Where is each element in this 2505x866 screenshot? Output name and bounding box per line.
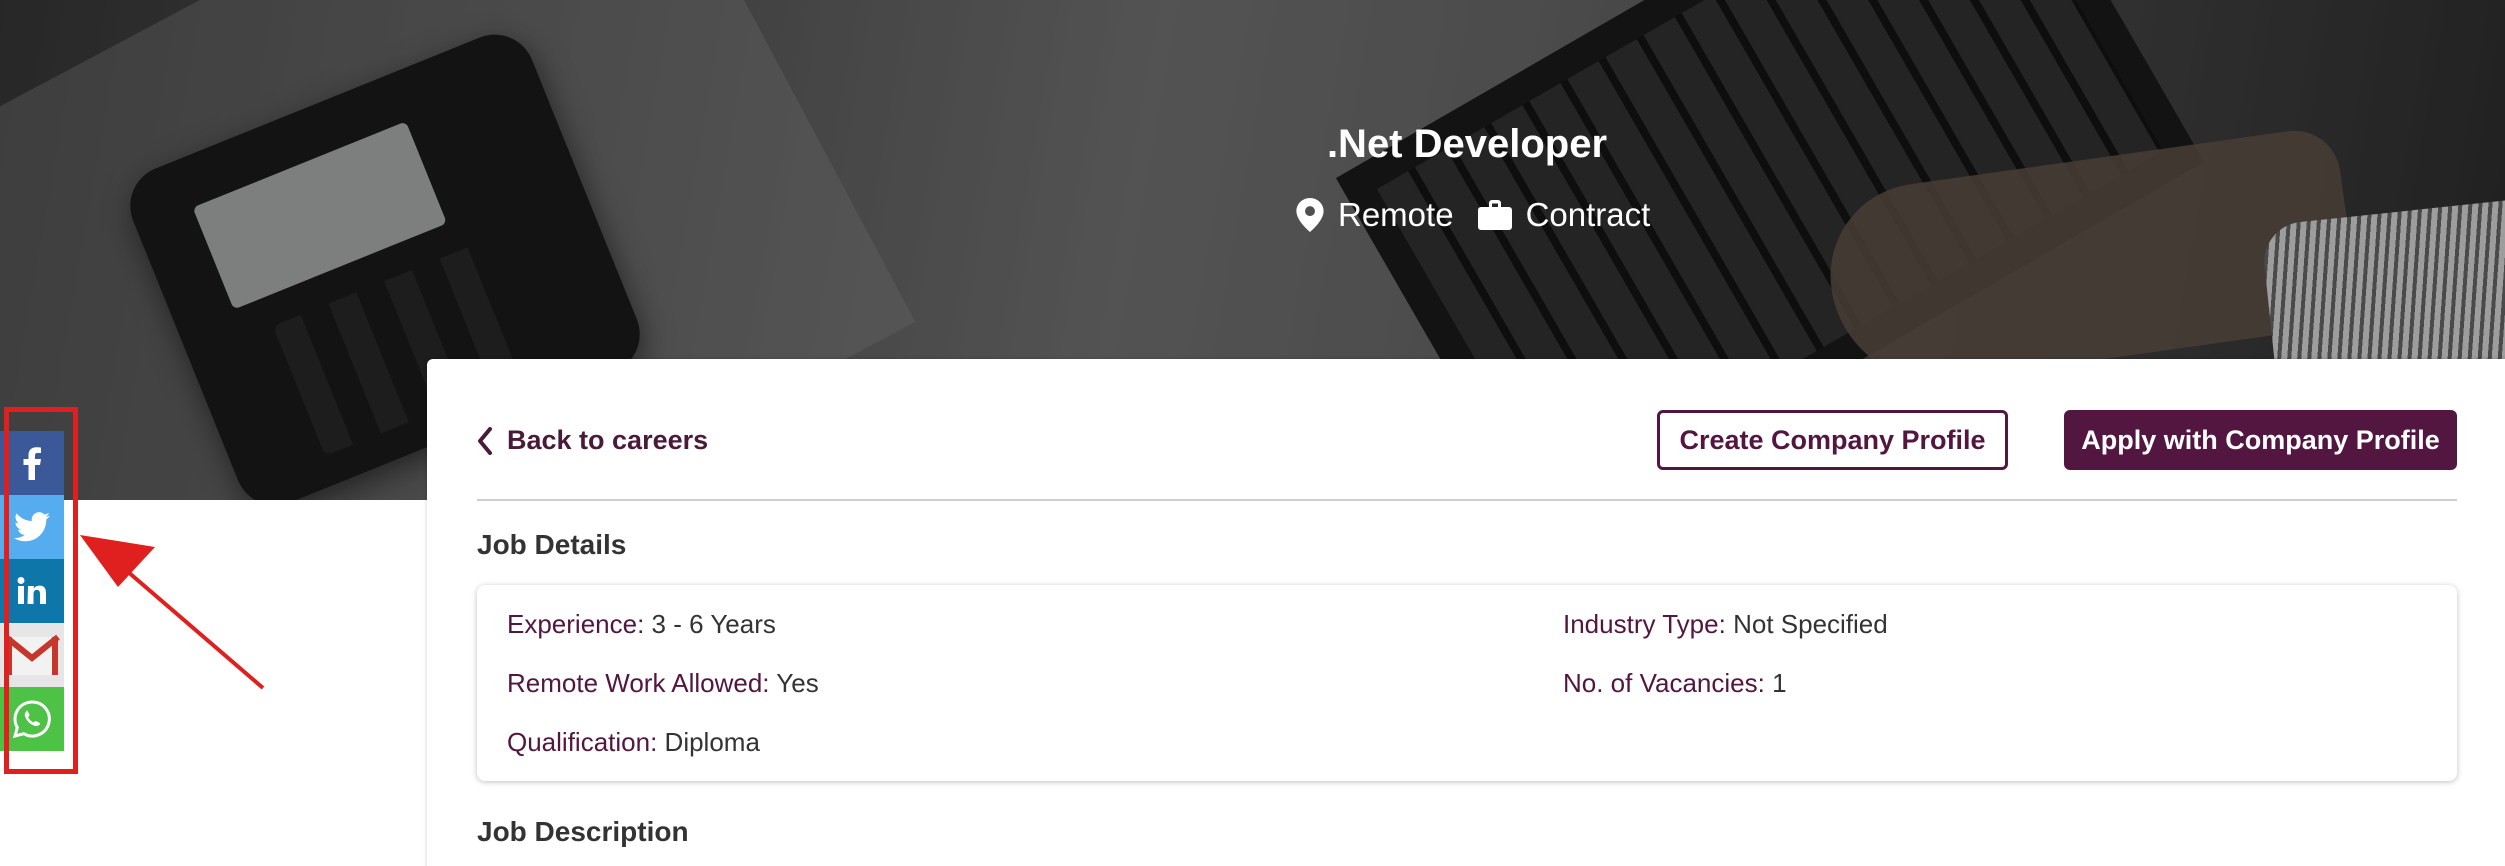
job-title: .Net Developer xyxy=(1326,122,1608,166)
detail-vacancies: No. of Vacancies: 1 xyxy=(1563,668,1787,699)
job-type-label: Contract xyxy=(1525,196,1651,233)
apply-with-company-profile-button[interactable]: Apply with Company Profile xyxy=(2064,410,2457,470)
detail-remote-work: Remote Work Allowed: Yes xyxy=(507,668,819,699)
detail-remote-work-label: Remote Work Allowed: xyxy=(507,668,770,698)
location-pin-icon xyxy=(1296,198,1324,232)
detail-experience-label: Experience: xyxy=(507,609,645,639)
detail-industry-type-label: Industry Type: xyxy=(1563,609,1726,639)
create-company-profile-button[interactable]: Create Company Profile xyxy=(1657,410,2008,470)
back-to-careers-label: Back to careers xyxy=(507,425,709,455)
detail-experience: Experience: 3 - 6 Years xyxy=(507,609,776,640)
job-card: Back to careers Create Company Profile A… xyxy=(427,359,2505,866)
detail-vacancies-value: 1 xyxy=(1772,668,1787,698)
detail-industry-type-value: Not Specified xyxy=(1733,609,1888,639)
share-bar-highlight-box xyxy=(4,407,78,774)
job-details-box: Experience: 3 - 6 Years Remote Work Allo… xyxy=(477,585,2457,781)
job-meta: Remote Contract xyxy=(1296,196,1674,234)
job-type: Contract xyxy=(1477,196,1651,234)
detail-qualification: Qualification: Diploma xyxy=(507,727,760,758)
back-to-careers-link[interactable]: Back to careers xyxy=(477,425,708,456)
job-details-heading: Job Details xyxy=(477,529,627,560)
detail-remote-work-value: Yes xyxy=(776,668,819,698)
chevron-left-icon xyxy=(478,426,492,455)
job-location: Remote xyxy=(1296,196,1454,234)
briefcase-icon xyxy=(1477,200,1512,230)
header-divider xyxy=(477,499,2457,501)
detail-qualification-value: Diploma xyxy=(664,727,760,757)
detail-industry-type: Industry Type: Not Specified xyxy=(1563,609,1888,640)
detail-vacancies-label: No. of Vacancies: xyxy=(1563,668,1765,698)
detail-experience-value: 3 - 6 Years xyxy=(651,609,776,639)
job-description-heading: Job Description xyxy=(477,816,689,847)
detail-qualification-label: Qualification: xyxy=(507,727,658,757)
annotation-arrow-icon xyxy=(80,535,265,690)
job-location-label: Remote xyxy=(1338,196,1454,233)
